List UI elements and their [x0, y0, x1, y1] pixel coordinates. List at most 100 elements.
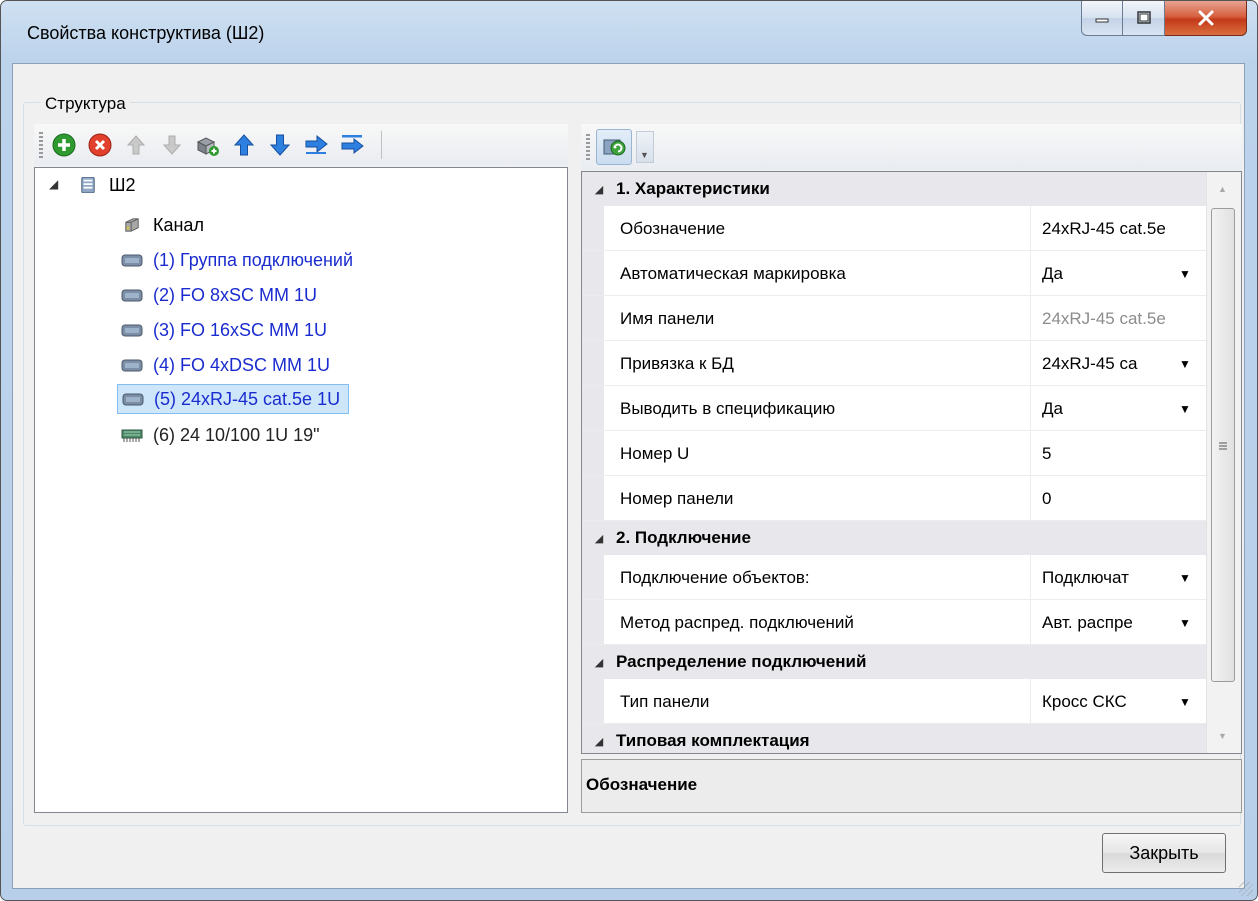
caption-buttons — [1081, 1, 1247, 37]
column-separator — [1030, 386, 1031, 430]
tree-item-panel[interactable]: (2) FO 8xSC MM 1U — [121, 280, 317, 310]
tree-item-label: Канал — [153, 214, 204, 235]
row-gutter — [582, 341, 604, 385]
close-button[interactable]: Закрыть — [1102, 833, 1226, 873]
dropdown-arrow-icon[interactable]: ▼ — [1179, 695, 1191, 709]
arrow-down-icon — [269, 134, 291, 156]
add-icon — [52, 133, 76, 156]
toolbar-separator — [381, 130, 382, 159]
category-characteristics[interactable]: ◢ 1. Характеристики — [582, 172, 1207, 206]
property-grid[interactable]: ◢ 1. Характеристики Обозначение 24xRJ-45… — [581, 171, 1242, 754]
window-title: Свойства конструктива (Ш2) — [27, 23, 265, 43]
column-separator — [1030, 679, 1031, 723]
tree-item-channel[interactable]: Канал — [121, 210, 204, 240]
property-name: Номер панели — [620, 489, 734, 508]
expand-collapse-icon[interactable]: ◢ — [49, 177, 58, 191]
move-down-disabled-icon — [162, 135, 182, 155]
scroll-down-icon[interactable]: ▼ — [1218, 731, 1227, 741]
tree-item-label: (4) FO 4xDSC MM 1U — [153, 354, 331, 375]
category-label: Типовая комплектация — [616, 731, 810, 750]
arrow-down-button[interactable] — [265, 130, 295, 160]
property-value[interactable]: Подключат — [1042, 568, 1172, 588]
tree-item-switch[interactable]: (6) 24 10/100 1U 19" — [121, 420, 320, 450]
description-title: Обозначение — [586, 775, 698, 794]
property-value[interactable]: Кросс СКС — [1042, 692, 1172, 712]
property-row-panel-name[interactable]: Имя панели 24xRJ-45 cat.5e — [582, 296, 1207, 341]
scrollbar-thumb[interactable] — [1211, 208, 1235, 682]
property-row-u-number[interactable]: Номер U 5 — [582, 431, 1207, 476]
toolbar-grip[interactable] — [39, 131, 43, 158]
category-standard-kit[interactable]: ◢ Типовая комплектация — [582, 724, 1207, 753]
panel-icon — [121, 254, 143, 267]
arrow-up-icon — [233, 133, 255, 155]
property-row-db-binding[interactable]: Привязка к БД 24xRJ-45 ca ▼ — [582, 341, 1207, 386]
add-button[interactable] — [49, 130, 79, 160]
panel-icon — [121, 289, 143, 302]
property-value[interactable]: 24xRJ-45 cat.5e — [1042, 219, 1206, 239]
tree-item-panel[interactable]: (4) FO 4xDSC MM 1U — [121, 350, 330, 380]
tree-item-panel[interactable]: (3) FO 16xSC MM 1U — [121, 315, 327, 345]
dropdown-arrow-icon[interactable]: ▼ — [1179, 267, 1191, 281]
dropdown-arrow-icon[interactable]: ▼ — [1179, 571, 1191, 585]
category-label: 1. Характеристики — [616, 179, 770, 198]
property-row-auto-marking[interactable]: Автоматическая маркировка Да ▼ — [582, 251, 1207, 296]
panel-icon — [121, 324, 143, 337]
delete-icon — [88, 133, 112, 156]
channel-icon — [125, 218, 139, 232]
property-value[interactable]: 5 — [1042, 444, 1206, 464]
chevron-down-icon: ▼ — [640, 150, 649, 160]
row-gutter — [582, 600, 604, 644]
category-connection[interactable]: ◢ 2. Подключение — [582, 521, 1207, 555]
refresh-button[interactable] — [596, 129, 632, 165]
resize-grip[interactable] — [1239, 882, 1253, 896]
copy-properties-icon — [196, 136, 219, 156]
scroll-up-icon[interactable]: ▲ — [1218, 184, 1227, 194]
collapse-triangle-icon[interactable]: ◢ — [582, 656, 616, 669]
toolbar-grip[interactable] — [586, 134, 590, 160]
property-row-designation[interactable]: Обозначение 24xRJ-45 cat.5e — [582, 206, 1207, 251]
toolbar-overflow-button[interactable]: ▼ — [636, 131, 654, 163]
tree-item-selected-panel[interactable]: (5) 24xRJ-45 cat.5e 1U — [117, 384, 350, 414]
maximize-button[interactable] — [1123, 1, 1165, 36]
move-down-disabled-button[interactable] — [157, 130, 187, 160]
title-bar[interactable]: Свойства конструктива (Ш2) — [1, 1, 1257, 63]
property-name: Имя панели — [620, 309, 715, 328]
property-name: Метод распред. подключений — [620, 613, 854, 632]
property-row-distribution-method[interactable]: Метод распред. подключений Авт. распре ▼ — [582, 600, 1207, 645]
delete-button[interactable] — [85, 130, 115, 160]
arrow-right-button[interactable] — [301, 130, 331, 160]
property-value[interactable]: 0 — [1042, 489, 1206, 509]
row-gutter — [582, 555, 604, 599]
arrow-up-button[interactable] — [229, 130, 259, 160]
structure-tree[interactable]: ◢ Ш2 Канал (1) Группа подключений (2) FO… — [34, 167, 568, 813]
copy-properties-button[interactable] — [193, 130, 223, 160]
category-connection-distribution[interactable]: ◢ Распределение подключений — [582, 645, 1207, 679]
tree-root-label: Ш2 — [109, 174, 136, 195]
tree-item-connection-group[interactable]: (1) Группа подключений — [121, 245, 353, 275]
property-row-panel-number[interactable]: Номер панели 0 — [582, 476, 1207, 521]
dropdown-arrow-icon[interactable]: ▼ — [1179, 402, 1191, 416]
property-value[interactable]: Авт. распре — [1042, 613, 1172, 633]
collapse-triangle-icon[interactable]: ◢ — [582, 532, 616, 545]
column-separator — [1030, 600, 1031, 644]
column-separator — [1030, 251, 1031, 295]
vertical-scrollbar[interactable]: ▲ ▼ — [1206, 172, 1241, 753]
row-gutter — [582, 296, 604, 340]
move-up-disabled-button[interactable] — [121, 130, 151, 160]
tree-item-label: (2) FO 8xSC MM 1U — [153, 284, 318, 305]
property-row-include-in-spec[interactable]: Выводить в спецификацию Да ▼ — [582, 386, 1207, 431]
row-gutter — [582, 206, 604, 250]
column-separator — [1030, 431, 1031, 475]
property-row-panel-type[interactable]: Тип панели Кросс СКС ▼ — [582, 679, 1207, 724]
property-row-object-connection[interactable]: Подключение объектов: Подключат ▼ — [582, 555, 1207, 600]
tree-item-label: (3) FO 16xSC MM 1U — [153, 319, 328, 340]
collapse-triangle-icon[interactable]: ◢ — [582, 183, 616, 196]
property-value[interactable]: 24xRJ-45 ca — [1042, 354, 1172, 374]
tree-root-node[interactable]: Ш2 — [77, 170, 136, 200]
collapse-triangle-icon[interactable]: ◢ — [582, 735, 616, 748]
arrow-insert-button[interactable] — [337, 130, 367, 160]
dropdown-arrow-icon[interactable]: ▼ — [1179, 357, 1191, 371]
close-window-button[interactable] — [1165, 1, 1247, 36]
minimize-button[interactable] — [1081, 1, 1123, 36]
dropdown-arrow-icon[interactable]: ▼ — [1179, 616, 1191, 630]
